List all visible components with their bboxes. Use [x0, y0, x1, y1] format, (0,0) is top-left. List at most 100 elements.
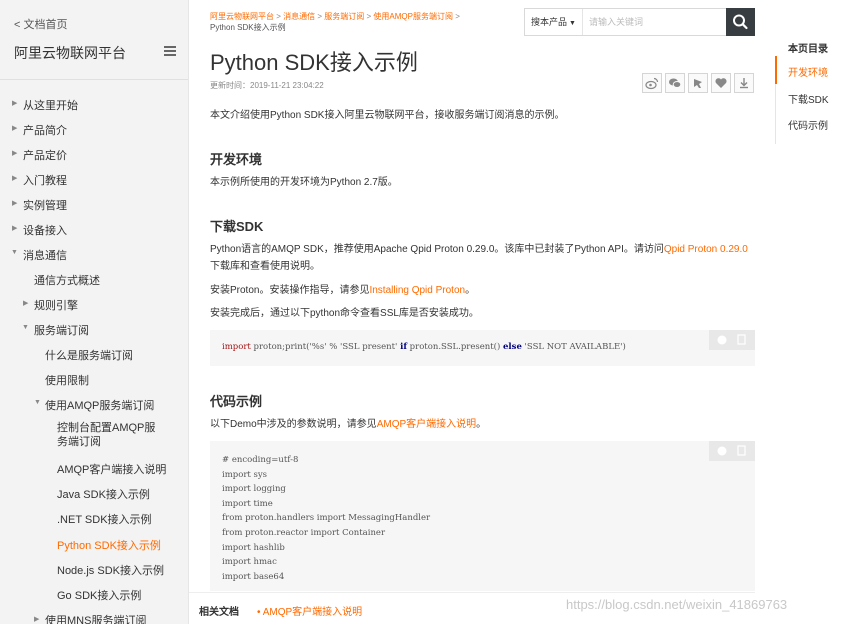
code-block-ssl: import proton;print('%s' % 'SSL present'… — [210, 330, 755, 366]
code-keyword: else — [503, 342, 522, 352]
caret-right-icon[interactable]: ▶ — [34, 615, 39, 623]
sidebar: < 文档首页 阿里云物联网平台 ▶ 从这里开始 ▶ 产品简介 ▶ 产品定价 ▶ … — [0, 0, 189, 624]
code-line: import hmac — [222, 557, 277, 568]
caret-right-icon[interactable]: ▶ — [12, 124, 17, 132]
toc-item-env[interactable]: 开发环境 — [788, 64, 828, 79]
caret-right-icon[interactable]: ▶ — [12, 149, 17, 157]
installing-proton-link[interactable]: Installing Qpid Proton — [369, 285, 465, 296]
toc-track — [775, 84, 776, 144]
breadcrumb-link[interactable]: 服务端订阅 — [324, 12, 364, 21]
caret-down-icon[interactable]: ▼ — [11, 249, 18, 256]
toc-title: 本页目录 — [788, 44, 828, 55]
sidebar-item-instance[interactable]: 实例管理 — [23, 197, 67, 213]
breadcrumb-link[interactable]: 使用AMQP服务端订阅 — [373, 12, 453, 21]
breadcrumb-separator: > — [455, 12, 460, 21]
code-intro-text: 。 — [476, 419, 487, 430]
breadcrumb: 阿里云物联网平台 > 消息通信 > 服务端订阅 > 使用AMQP服务端订阅 > … — [210, 11, 485, 33]
back-to-docs-link[interactable]: < 文档首页 — [14, 16, 67, 32]
code-line: from proton.reactor import Container — [222, 527, 386, 538]
feedback-button[interactable] — [688, 73, 708, 93]
watermark: https://blog.csdn.net/weixin_41869763 — [566, 597, 788, 612]
code-text: 'SSL NOT AVAILABLE') — [521, 342, 626, 352]
sidebar-item-nodejs[interactable]: Node.js SDK接入示例 — [57, 562, 164, 578]
intro-paragraph: 本文介绍使用Python SDK接入阿里云物联网平台，接收服务端订阅消息的示例。 — [210, 110, 565, 121]
caret-right-icon[interactable]: ▶ — [12, 199, 17, 207]
install-paragraph: 安装Proton。安装操作指导，请参见Installing Qpid Proto… — [210, 282, 755, 299]
code-toolbar — [709, 330, 755, 350]
sidebar-item-go[interactable]: Go SDK接入示例 — [57, 587, 141, 603]
caret-right-icon[interactable]: ▶ — [23, 299, 28, 307]
breadcrumb-link[interactable]: 阿里云物联网平台 — [210, 12, 274, 21]
caret-down-icon[interactable]: ▼ — [22, 324, 29, 331]
sidebar-item-java[interactable]: Java SDK接入示例 — [57, 486, 150, 502]
caret-right-icon[interactable]: ▶ — [12, 99, 17, 107]
sidebar-item-amqp-client[interactable]: AMQP客户端接入说明 — [57, 461, 166, 477]
code-line: import sys — [222, 469, 268, 480]
toc-item-download[interactable]: 下载SDK — [788, 91, 829, 106]
sidebar-item-start[interactable]: 从这里开始 — [23, 97, 78, 113]
code-lines: # encoding=utf-8 import sys import loggi… — [222, 453, 430, 584]
caret-down-icon[interactable]: ▼ — [34, 399, 41, 406]
amqp-client-link[interactable]: AMQP客户端接入说明 — [377, 419, 476, 430]
sidebar-item-rules[interactable]: 规则引擎 — [34, 297, 78, 313]
hamburger-menu-icon[interactable] — [164, 46, 176, 56]
sidebar-item-python[interactable]: Python SDK接入示例 — [57, 537, 161, 553]
download-text: 下载库和查看使用说明。 — [210, 261, 320, 272]
sidebar-item-mns[interactable]: 使用MNS服务端订阅 — [45, 612, 146, 624]
breadcrumb-separator: > — [276, 12, 281, 21]
install-text: 安装Proton。安装操作指导，请参见 — [210, 285, 370, 296]
search-icon — [733, 14, 748, 30]
breadcrumb-separator: > — [366, 12, 372, 21]
qpid-proton-link[interactable]: Qpid Proton 0.29.0 — [664, 244, 748, 255]
section-heading-env: 开发环境 — [210, 152, 263, 167]
code-keyword: import — [222, 342, 251, 352]
search-button[interactable] — [726, 8, 755, 36]
related-docs-link-text: AMQP客户端接入说明 — [262, 607, 363, 618]
search-input[interactable] — [589, 9, 725, 35]
section-heading-code: 代码示例 — [210, 394, 263, 409]
sidebar-item-overview[interactable]: 通信方式概述 — [34, 272, 100, 288]
wechat-share-button[interactable] — [665, 73, 685, 93]
heart-icon — [715, 78, 727, 88]
sidebar-item-dotnet[interactable]: .NET SDK接入示例 — [57, 511, 152, 527]
caret-right-icon[interactable]: ▶ — [12, 224, 17, 232]
search-scope-select[interactable]: 搜本产品 ▼ — [525, 9, 583, 35]
sidebar-title[interactable]: 阿里云物联网平台 — [14, 43, 126, 63]
sidebar-item-tutorial[interactable]: 入门教程 — [23, 172, 67, 188]
download-icon — [740, 78, 748, 89]
toc-item-code[interactable]: 代码示例 — [788, 117, 828, 132]
sidebar-item-limits[interactable]: 使用限制 — [45, 372, 89, 388]
download-paragraph: Python语言的AMQP SDK，推荐使用Apache Qpid Proton… — [210, 241, 755, 275]
code-line: import logging — [222, 484, 286, 495]
sidebar-item-messaging[interactable]: 消息通信 — [23, 247, 67, 263]
favorite-button[interactable] — [711, 73, 731, 93]
sidebar-item-server-sub[interactable]: 服务端订阅 — [34, 322, 89, 338]
sidebar-item-device[interactable]: 设备接入 — [23, 222, 67, 238]
download-text: Python语言的AMQP SDK，推荐使用Apache Qpid Proton… — [210, 244, 664, 255]
related-docs-link[interactable]: • AMQP客户端接入说明 — [257, 603, 362, 618]
code-line: import hashlib — [222, 542, 285, 553]
related-docs-label: 相关文档 — [199, 607, 239, 618]
sidebar-divider — [0, 79, 188, 80]
page-title: Python SDK接入示例 — [210, 50, 418, 75]
code-line: from proton.handlers import MessagingHan… — [222, 513, 431, 524]
code-block-demo: # encoding=utf-8 import sys import loggi… — [210, 441, 755, 591]
install-text: 。 — [465, 285, 476, 296]
sidebar-item-amqp-console[interactable]: 控制台配置AMQP服务端订阅 — [57, 421, 165, 449]
breadcrumb-link[interactable]: 消息通信 — [283, 12, 315, 21]
code-text: proton;print('%s' % 'SSL present' — [250, 342, 401, 352]
sidebar-item-what-is[interactable]: 什么是服务端订阅 — [45, 347, 133, 363]
sidebar-item-amqp[interactable]: 使用AMQP服务端订阅 — [45, 397, 154, 413]
weibo-share-button[interactable] — [642, 73, 662, 93]
download-button[interactable] — [734, 73, 754, 93]
code-line: import base64 — [222, 571, 285, 582]
chevron-down-icon: ▼ — [569, 20, 576, 27]
code-intro-text: 以下Demo中涉及的参数说明，请参见 — [210, 419, 377, 430]
sidebar-item-pricing[interactable]: 产品定价 — [23, 147, 67, 163]
breadcrumb-current: Python SDK接入示例 — [210, 23, 286, 32]
code-toolbar — [709, 441, 755, 461]
caret-right-icon[interactable]: ▶ — [12, 174, 17, 182]
sidebar-item-intro[interactable]: 产品简介 — [23, 122, 67, 138]
search-box: 搜本产品 ▼ — [524, 8, 755, 36]
breadcrumb-separator: > — [317, 12, 323, 21]
